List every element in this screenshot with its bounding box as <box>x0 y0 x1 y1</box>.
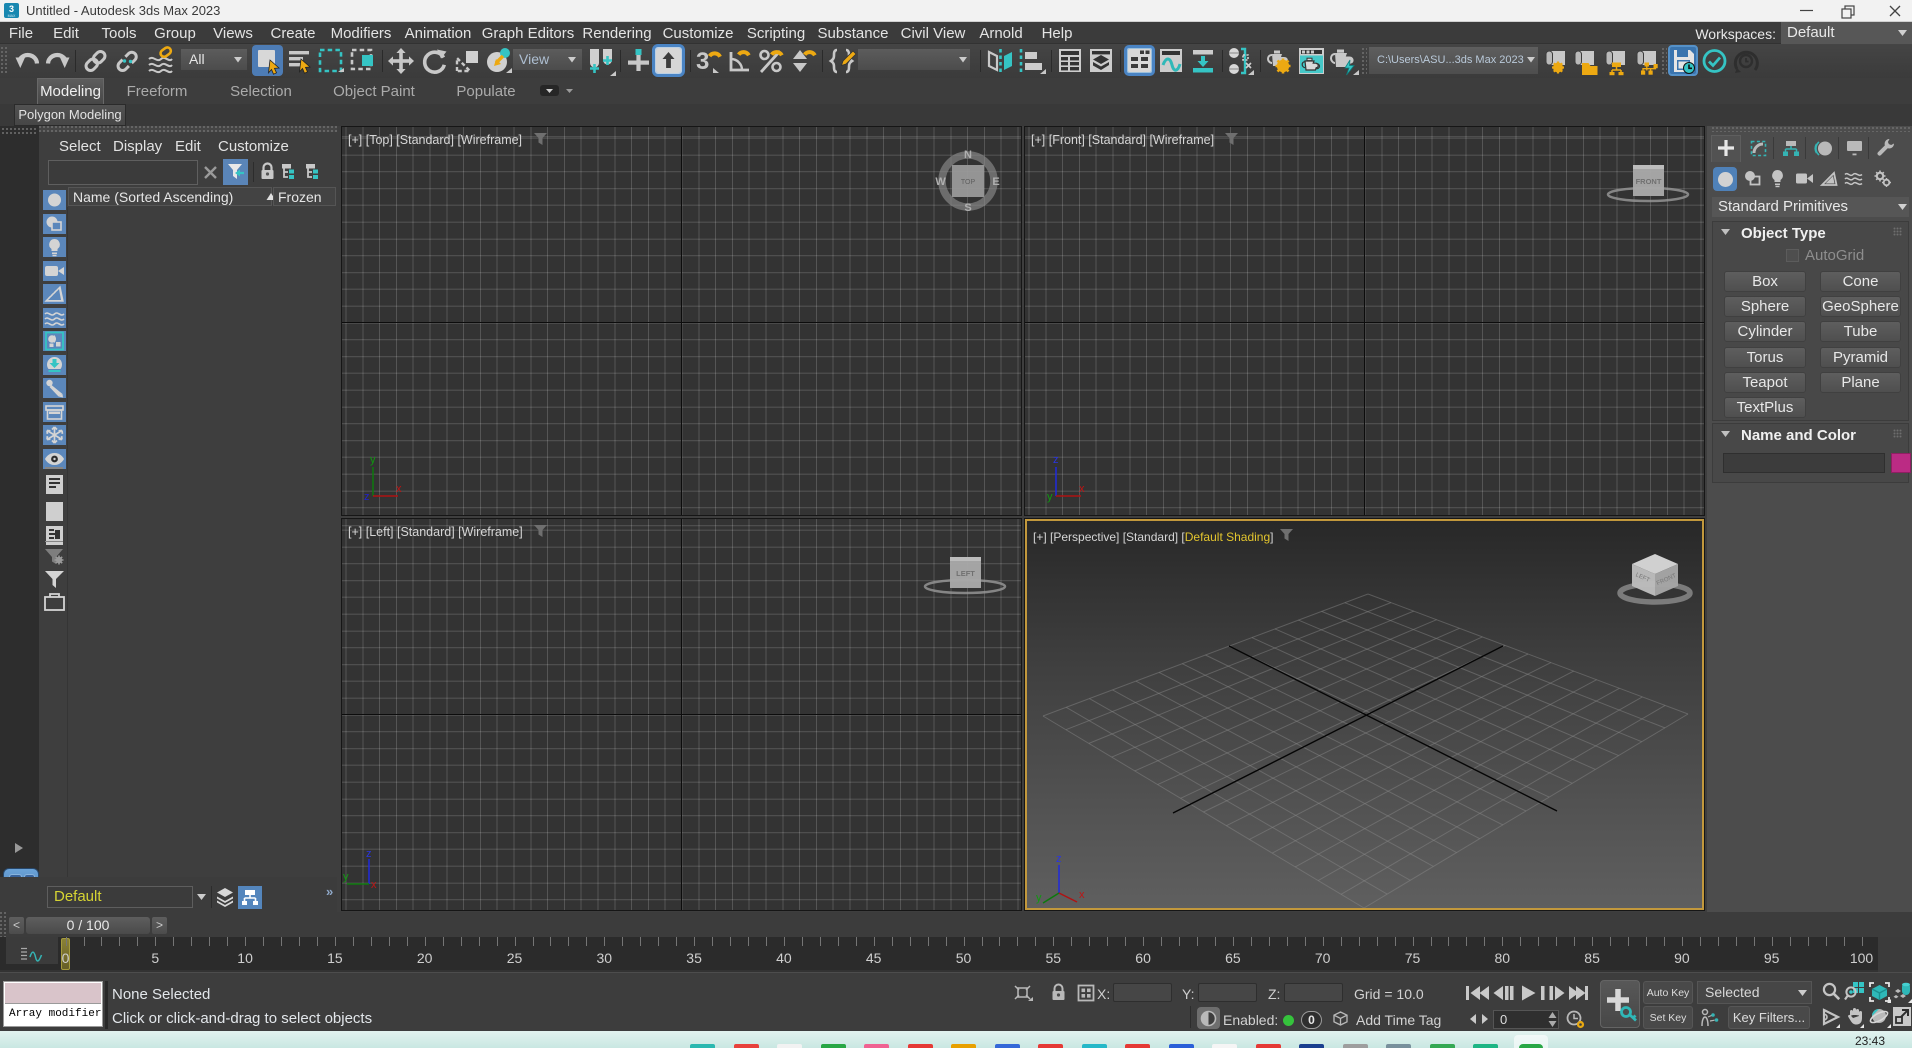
svg-text:z: z <box>364 491 370 503</box>
svg-text:y: y <box>1047 491 1053 503</box>
svg-text:W: W <box>935 176 946 188</box>
svg-text:TOP: TOP <box>961 179 976 186</box>
svg-text:z: z <box>1056 853 1062 865</box>
svg-text:x: x <box>1079 483 1085 495</box>
svg-text:y: y <box>370 454 376 466</box>
svg-text:S: S <box>964 202 971 214</box>
svg-text:3: 3 <box>696 48 709 75</box>
svg-text:FRONT: FRONT <box>1636 177 1662 186</box>
svg-text:y: y <box>343 871 349 883</box>
svg-text:x: x <box>396 483 402 495</box>
svg-text:y: y <box>1036 892 1042 904</box>
svg-text:3: 3 <box>9 4 14 14</box>
svg-text:x: x <box>1079 889 1085 901</box>
svg-text:N: N <box>964 149 972 161</box>
svg-text:MAX: MAX <box>8 14 16 18</box>
svg-text:z: z <box>366 848 372 860</box>
svg-text:E: E <box>992 176 999 188</box>
svg-text:z: z <box>1053 454 1059 466</box>
svg-text:x: x <box>371 879 377 891</box>
svg-text:LEFT: LEFT <box>956 569 975 578</box>
